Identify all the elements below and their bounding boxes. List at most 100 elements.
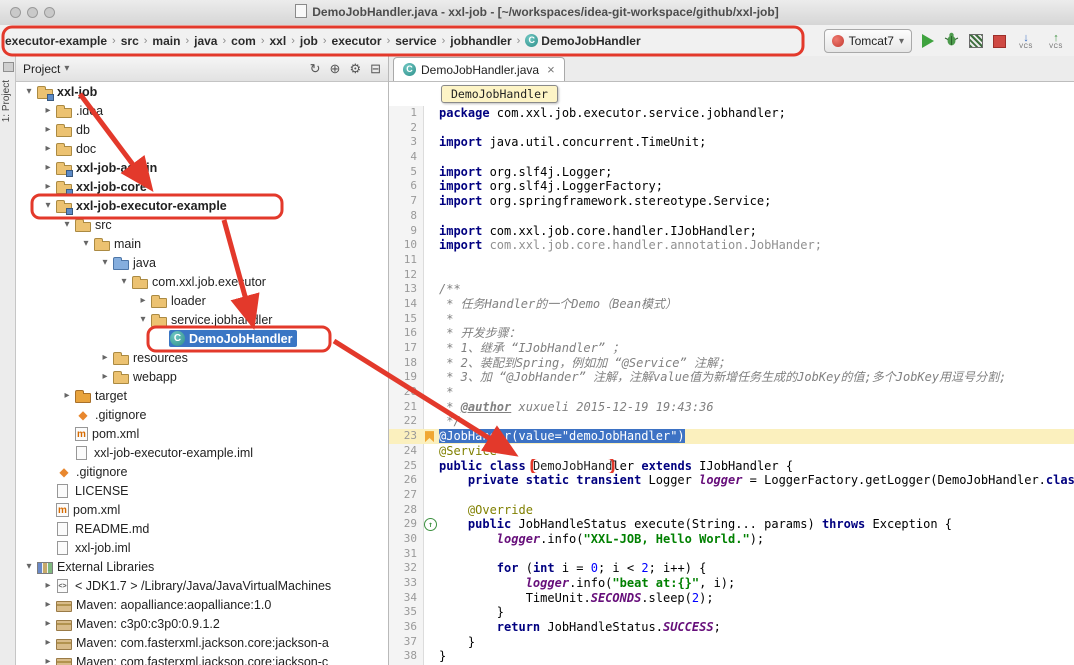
gutter[interactable] bbox=[423, 135, 439, 150]
gutter[interactable] bbox=[423, 224, 439, 239]
breadcrumb-item-demojobhandler[interactable]: CDemoJobHandler bbox=[522, 33, 643, 49]
gutter[interactable] bbox=[423, 620, 439, 635]
gutter[interactable] bbox=[423, 268, 439, 283]
line-number[interactable]: 16 bbox=[389, 326, 423, 341]
code-line-13[interactable]: 13/** bbox=[389, 282, 1074, 297]
gutter[interactable] bbox=[423, 179, 439, 194]
tree-item-doc[interactable]: ▸doc bbox=[16, 139, 388, 158]
code-line-3[interactable]: 3import java.util.concurrent.TimeUnit; bbox=[389, 135, 1074, 150]
line-number[interactable]: 30 bbox=[389, 532, 423, 547]
gutter[interactable] bbox=[423, 238, 439, 253]
gutter[interactable] bbox=[423, 312, 439, 327]
line-number[interactable]: 15 bbox=[389, 312, 423, 327]
run-config-selector[interactable]: Tomcat7 ▾ bbox=[824, 29, 912, 53]
tree-toggle-icon[interactable]: ▸ bbox=[136, 295, 150, 306]
code-line-11[interactable]: 11 bbox=[389, 253, 1074, 268]
code-line-19[interactable]: 19 * 3、加 “@JobHander” 注解，注解value值为新增任务生成… bbox=[389, 370, 1074, 385]
stop-button[interactable] bbox=[993, 35, 1006, 48]
breadcrumb-item-jobhandler[interactable]: jobhandler bbox=[447, 33, 514, 49]
code-lines[interactable]: 1package com.xxl.job.executor.service.jo… bbox=[389, 106, 1074, 665]
tree-item-db[interactable]: ▸db bbox=[16, 120, 388, 139]
hide-panel-icon[interactable]: ⊟ bbox=[370, 61, 381, 77]
line-number[interactable]: 18 bbox=[389, 356, 423, 371]
tree-item-pom-xml[interactable]: mpom.xml bbox=[16, 500, 388, 519]
line-number[interactable]: 34 bbox=[389, 591, 423, 606]
line-number[interactable]: 26 bbox=[389, 473, 423, 488]
breadcrumb-item-service[interactable]: service bbox=[392, 33, 439, 49]
line-number[interactable]: 27 bbox=[389, 488, 423, 503]
gutter[interactable] bbox=[423, 635, 439, 650]
locate-icon[interactable]: ⊕ bbox=[330, 61, 341, 77]
tree-toggle-icon[interactable]: ▸ bbox=[98, 352, 112, 363]
tree-toggle-icon[interactable]: ▸ bbox=[41, 124, 55, 135]
tree-item-xxl-job-executor-example[interactable]: ▾xxl-job-executor-example bbox=[16, 196, 388, 215]
line-number[interactable]: 29 bbox=[389, 517, 423, 532]
line-number[interactable]: 17 bbox=[389, 341, 423, 356]
tree-toggle-icon[interactable]: ▸ bbox=[41, 580, 55, 591]
tree-toggle-icon[interactable]: ▸ bbox=[41, 637, 55, 648]
gutter[interactable]: ↑ bbox=[423, 517, 439, 532]
code-line-32[interactable]: 32 for (int i = 0; i < 2; i++) { bbox=[389, 561, 1074, 576]
tree-item-service-jobhandler[interactable]: ▾service.jobhandler bbox=[16, 310, 388, 329]
project-view-selector[interactable]: Project ▾ bbox=[23, 62, 69, 76]
gutter[interactable] bbox=[423, 576, 439, 591]
code-line-2[interactable]: 2 bbox=[389, 121, 1074, 136]
tree-item-pom-xml[interactable]: mpom.xml bbox=[16, 424, 388, 443]
code-line-16[interactable]: 16 * 开发步骤： bbox=[389, 326, 1074, 341]
code-line-21[interactable]: 21 * @author xuxueli 2015-12-19 19:43:36 bbox=[389, 400, 1074, 415]
tree-item-external-libraries[interactable]: ▾External Libraries bbox=[16, 557, 388, 576]
tree-item-xxl-job-iml[interactable]: xxl-job.iml bbox=[16, 538, 388, 557]
line-number[interactable]: 32 bbox=[389, 561, 423, 576]
tree-toggle-icon[interactable]: ▸ bbox=[41, 656, 55, 665]
tree-item-readme-md[interactable]: README.md bbox=[16, 519, 388, 538]
tree-toggle-icon[interactable]: ▾ bbox=[79, 238, 93, 249]
line-number[interactable]: 35 bbox=[389, 605, 423, 620]
code-line-25[interactable]: 25public class DemoJobHandler extends IJ… bbox=[389, 459, 1074, 474]
code-line-7[interactable]: 7import org.springframework.stereotype.S… bbox=[389, 194, 1074, 209]
breadcrumb-item-xxl[interactable]: xxl bbox=[267, 33, 290, 49]
debug-bug-icon[interactable] bbox=[944, 31, 959, 51]
tree-item-java[interactable]: ▾java bbox=[16, 253, 388, 272]
tree-item-maven-com-fasterxml-jackson-core-jackson-c[interactable]: ▸Maven: com.fasterxml.jackson.core:jacks… bbox=[16, 652, 388, 665]
line-number[interactable]: 19 bbox=[389, 370, 423, 385]
tree-item-com-xxl-job-executor[interactable]: ▾com.xxl.job.executor bbox=[16, 272, 388, 291]
tree-toggle-icon[interactable]: ▾ bbox=[136, 314, 150, 325]
line-number[interactable]: 20 bbox=[389, 385, 423, 400]
tree-item-xxl-job[interactable]: ▾xxl-job bbox=[16, 82, 388, 101]
code-line-1[interactable]: 1package com.xxl.job.executor.service.jo… bbox=[389, 106, 1074, 121]
line-number[interactable]: 11 bbox=[389, 253, 423, 268]
tree-item-demojobhandler[interactable]: CDemoJobHandler bbox=[16, 329, 388, 348]
line-number[interactable]: 4 bbox=[389, 150, 423, 165]
tree-item-jdk1-7-library-java-javavirtualmachines[interactable]: ▸<>< JDK1.7 > /Library/Java/JavaVirtualM… bbox=[16, 576, 388, 595]
tree-item-main[interactable]: ▾main bbox=[16, 234, 388, 253]
tree-item-loader[interactable]: ▸loader bbox=[16, 291, 388, 310]
line-number[interactable]: 13 bbox=[389, 282, 423, 297]
line-number[interactable]: 9 bbox=[389, 224, 423, 239]
breadcrumb-item-executor[interactable]: executor bbox=[329, 33, 385, 49]
tree-item-src[interactable]: ▾src bbox=[16, 215, 388, 234]
gutter[interactable] bbox=[423, 165, 439, 180]
gutter[interactable] bbox=[423, 121, 439, 136]
gutter[interactable] bbox=[423, 459, 439, 474]
code-line-18[interactable]: 18 * 2、装配到Spring，例如加 “@Service” 注解； bbox=[389, 356, 1074, 371]
gutter[interactable] bbox=[423, 605, 439, 620]
gutter[interactable] bbox=[423, 326, 439, 341]
bookmark-icon[interactable] bbox=[425, 431, 434, 442]
code-line-6[interactable]: 6import org.slf4j.LoggerFactory; bbox=[389, 179, 1074, 194]
gutter[interactable] bbox=[423, 282, 439, 297]
tree-toggle-icon[interactable]: ▾ bbox=[41, 200, 55, 211]
code-line-38[interactable]: 38} bbox=[389, 649, 1074, 664]
gutter[interactable] bbox=[423, 341, 439, 356]
gutter[interactable] bbox=[423, 503, 439, 518]
tree-toggle-icon[interactable]: ▸ bbox=[41, 618, 55, 629]
gutter[interactable] bbox=[423, 370, 439, 385]
code-line-22[interactable]: 22 */ bbox=[389, 414, 1074, 429]
gutter[interactable] bbox=[423, 649, 439, 664]
gutter[interactable] bbox=[423, 150, 439, 165]
line-number[interactable]: 22 bbox=[389, 414, 423, 429]
code-line-35[interactable]: 35 } bbox=[389, 605, 1074, 620]
gutter[interactable] bbox=[423, 561, 439, 576]
settings-gear-icon[interactable]: ⚙ bbox=[349, 61, 361, 77]
tree-item-gitignore[interactable]: ◆.gitignore bbox=[16, 405, 388, 424]
gutter[interactable] bbox=[423, 356, 439, 371]
